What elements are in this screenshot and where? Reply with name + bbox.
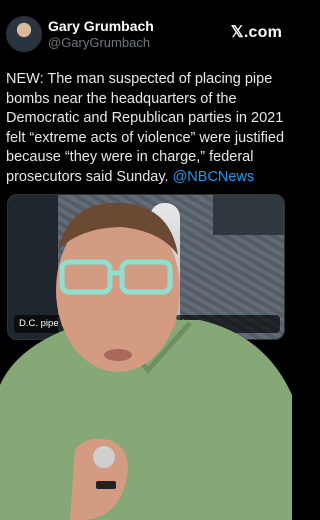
mouth [104, 349, 132, 361]
x-logo: 𝕏.com [230, 24, 282, 41]
author-name[interactable]: Gary Grumbach [48, 18, 154, 34]
post-header: Gary Grumbach @GaryGrumbach 𝕏.com [6, 14, 286, 54]
mic-clip [96, 481, 116, 489]
post-text: NEW: The man suspected of placing pipe b… [6, 70, 288, 187]
mention-link[interactable]: @NBCNews [173, 169, 255, 185]
post-body: NEW: The man suspected of placing pipe b… [6, 71, 285, 185]
avatar[interactable] [6, 16, 42, 52]
author-handle[interactable]: @GaryGrumbach [48, 35, 150, 50]
person-overlay [0, 202, 292, 520]
microphone [93, 446, 115, 468]
